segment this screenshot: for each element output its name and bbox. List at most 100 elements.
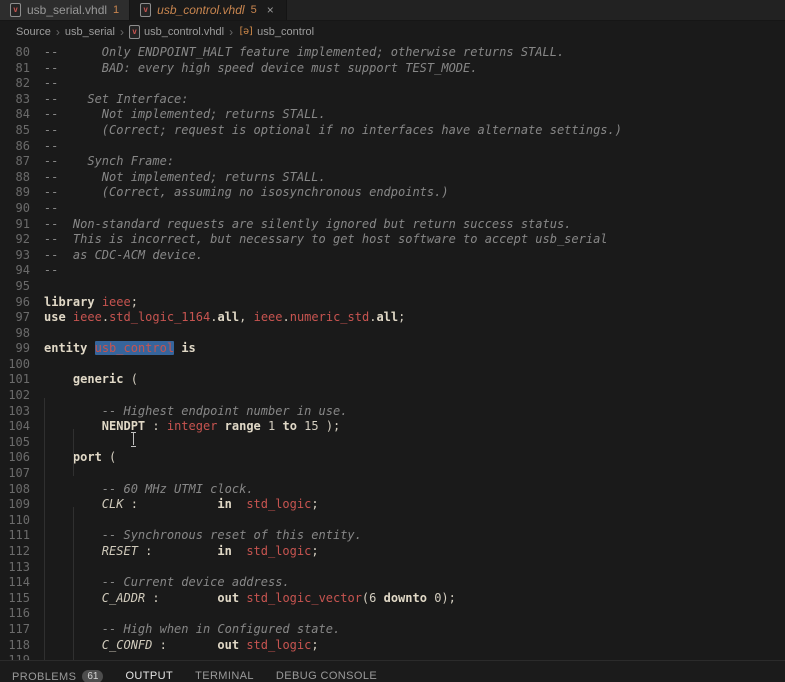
code-area[interactable]: 80 -- Only ENDPOINT_HALT feature implemen… [0,45,785,660]
line-number[interactable]: 105 [0,435,30,451]
code-line[interactable]: 116 [0,606,785,622]
code-line[interactable]: 88 -- Not implemented; returns STALL. [0,170,785,186]
code-line[interactable]: 89 -- (Correct, assuming no isosynchronou… [0,185,785,201]
line-number[interactable]: 81 [0,61,30,77]
line-number[interactable]: 107 [0,466,30,482]
line-number[interactable]: 102 [0,388,30,404]
line-number[interactable]: 80 [0,45,30,61]
line-number[interactable]: 106 [0,450,30,466]
code-line[interactable]: 91 -- Non-standard requests are silently … [0,217,785,233]
line-number[interactable]: 88 [0,170,30,186]
line-number[interactable]: 109 [0,497,30,513]
line-number[interactable]: 117 [0,622,30,638]
panel-tab-problems[interactable]: PROBLEMS 61 [12,670,104,682]
code-line[interactable]: 106 port ( [0,450,785,466]
code-line[interactable]: 112 RESET : in std_logic; [0,544,785,560]
problems-count-badge: 61 [82,670,104,682]
line-number[interactable]: 95 [0,279,30,295]
line-number[interactable]: 83 [0,92,30,108]
line-number[interactable]: 84 [0,107,30,123]
line-number[interactable]: 104 [0,419,30,435]
code-line[interactable]: 81 -- BAD: every high speed device must s… [0,61,785,77]
breadcrumb-file[interactable]: usb_control.vhdl [129,24,224,39]
line-number[interactable]: 100 [0,357,30,373]
code-line[interactable]: 87 -- Synch Frame: [0,154,785,170]
code-line[interactable]: 94 -- [0,263,785,279]
breadcrumb-entity-label: usb_control [257,25,315,38]
line-number[interactable]: 108 [0,482,30,498]
code-text: entity usb_control is [44,341,196,356]
code-line[interactable]: 108 -- 60 MHz UTMI clock. [0,482,785,498]
code-line[interactable]: 118 C_CONFD : out std_logic; [0,638,785,654]
line-number[interactable]: 87 [0,154,30,170]
line-number[interactable]: 90 [0,201,30,217]
tab-usb-control[interactable]: usb_control.vhdl 5 × [130,0,287,20]
line-number[interactable]: 110 [0,513,30,529]
line-number[interactable]: 86 [0,139,30,155]
line-number[interactable]: 96 [0,295,30,311]
line-number[interactable]: 119 [0,653,30,660]
tab-usb-serial[interactable]: usb_serial.vhdl 1 [0,0,131,20]
code-line[interactable]: 92 -- This is incorrect, but necessary to… [0,232,785,248]
line-number[interactable]: 85 [0,123,30,139]
code-line[interactable]: 114 -- Current device address. [0,575,785,591]
breadcrumb-entity[interactable]: [ə] usb_control [238,26,314,38]
code-line[interactable]: 113 [0,560,785,576]
line-number[interactable]: 114 [0,575,30,591]
line-number[interactable]: 101 [0,372,30,388]
line-number[interactable]: 82 [0,76,30,92]
close-icon[interactable]: × [265,3,276,17]
code-line[interactable]: 102 [0,388,785,404]
code-line[interactable]: 83 -- Set Interface: [0,92,785,108]
line-number[interactable]: 99 [0,341,30,357]
code-line[interactable]: 95 [0,279,785,295]
code-line[interactable]: 86 -- [0,139,785,155]
line-number[interactable]: 113 [0,560,30,576]
line-number[interactable]: 118 [0,638,30,654]
code-line[interactable]: 98 [0,326,785,342]
code-line[interactable]: 119 [0,653,785,660]
code-line[interactable]: 84 -- Not implemented; returns STALL. [0,107,785,123]
line-number[interactable]: 103 [0,404,30,420]
code-line[interactable]: 115 C_ADDR : out std_logic_vector(6 down… [0,591,785,607]
code-line[interactable]: 117 -- High when in Configured state. [0,622,785,638]
code-line[interactable]: 109 CLK : in std_logic; [0,497,785,513]
code-line[interactable]: 96 library ieee; [0,295,785,311]
panel-tab-output[interactable]: OUTPUT [125,670,173,682]
code-line[interactable]: 103 -- Highest endpoint number in use. [0,404,785,420]
line-number[interactable]: 93 [0,248,30,264]
code-line[interactable]: 107 [0,466,785,482]
vhdl-file-icon [129,24,140,39]
line-number[interactable]: 89 [0,185,30,201]
code-line[interactable]: 85 -- (Correct; request is optional if no… [0,123,785,139]
code-editor[interactable]: 80 -- Only ENDPOINT_HALT feature implemen… [0,41,785,660]
code-text: -- as CDC-ACM device. [44,247,203,262]
code-line[interactable]: 101 generic ( [0,372,785,388]
code-line[interactable]: 100 [0,357,785,373]
line-number[interactable]: 91 [0,217,30,233]
breadcrumb-source[interactable]: Source [16,26,51,38]
line-number[interactable]: 115 [0,591,30,607]
code-line[interactable]: 110 [0,513,785,529]
code-line[interactable]: 99 entity usb_control is [0,341,785,357]
line-number[interactable]: 92 [0,232,30,248]
line-number[interactable]: 97 [0,310,30,326]
line-number[interactable]: 111 [0,528,30,544]
code-line[interactable]: 90 -- [0,201,785,217]
code-line[interactable]: 111 -- Synchronous reset of this entity. [0,528,785,544]
code-line[interactable]: 97 use ieee.std_logic_1164.all, ieee.nume… [0,310,785,326]
line-number[interactable]: 94 [0,263,30,279]
code-line[interactable]: 104 NENDPT : integer range 1 to 15 ); [0,419,785,435]
breadcrumb-usb-serial[interactable]: usb_serial [65,26,115,38]
line-number[interactable]: 116 [0,606,30,622]
code-line[interactable]: 80 -- Only ENDPOINT_HALT feature implemen… [0,45,785,61]
panel-tab-terminal[interactable]: TERMINAL [195,670,254,682]
code-line[interactable]: 93 -- as CDC-ACM device. [0,248,785,264]
panel-tab-debug-console[interactable]: DEBUG CONSOLE [276,670,377,682]
code-line[interactable]: 82 -- [0,76,785,92]
breadcrumb: Source › usb_serial › usb_control.vhdl ›… [0,22,785,41]
line-number[interactable]: 112 [0,544,30,560]
code-line[interactable]: 105 [0,435,785,451]
line-number[interactable]: 98 [0,326,30,342]
